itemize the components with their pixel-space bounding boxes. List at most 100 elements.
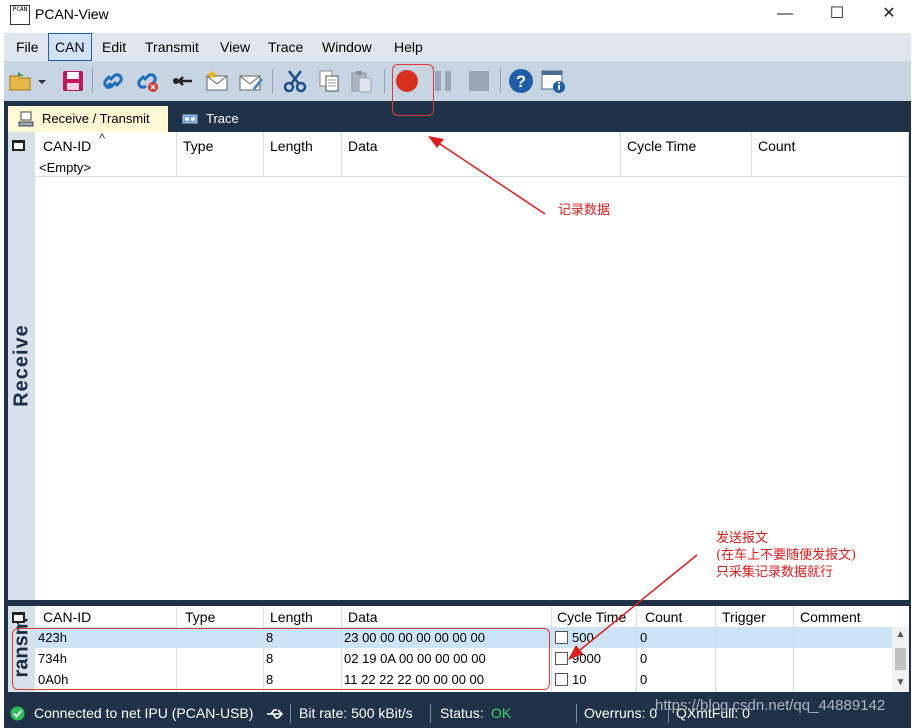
paste-icon[interactable] [348,68,374,94]
cycle-checkbox[interactable] [555,631,568,644]
transmit-col-cycle-time[interactable]: Cycle Time [557,609,626,625]
row-cycle-time: 10 [572,672,587,687]
scrollbar-thumb[interactable] [895,648,906,670]
status-value: OK [491,705,512,721]
scroll-down-icon[interactable]: ▼ [892,677,909,688]
svg-text:?: ? [516,72,526,91]
maximize-button[interactable]: ☐ [812,0,862,30]
transmit-col-type[interactable]: Type [185,609,215,625]
tab-trace-label: Trace [206,111,239,126]
tab-strip: Receive / Transmit Trace [6,106,909,132]
receive-col-cycle-time[interactable]: Cycle Time [627,138,696,154]
cycle-checkbox[interactable] [555,652,568,665]
receive-col-length[interactable]: Length [270,138,313,154]
connect-icon[interactable] [100,68,126,94]
close-button[interactable]: ✕ [864,0,914,30]
bitrate-status: Bit rate: 500 kBit/s [299,705,413,721]
header-divider [35,176,908,177]
window-title: PCAN-View [35,6,109,22]
column-divider[interactable] [551,606,552,692]
transmit-rows-highlight-box [12,628,550,690]
watermark-text: https://blog.csdn.net/qq_44889142 [655,697,886,714]
edit-message-icon[interactable] [238,68,264,94]
transmit-col-length[interactable]: Length [270,609,313,625]
column-divider[interactable] [793,606,794,692]
toolbar: ? [4,61,911,101]
tab-trace[interactable]: Trace [172,106,252,132]
menu-view[interactable]: View [214,33,256,61]
column-divider[interactable] [176,132,177,177]
tab-receive-transmit-label: Receive / Transmit [42,111,150,126]
row-cycle-time: 9000 [572,651,601,666]
toolbar-separator [500,69,501,93]
menu-trace[interactable]: Trace [262,33,309,61]
minimize-button[interactable]: — [760,0,810,30]
transmit-col-count[interactable]: Count [645,609,682,625]
overruns-status: Overruns: 0 [584,705,658,721]
receive-col-can-id[interactable]: CAN-ID [43,138,91,154]
title-bar: PCAN PCAN-View — ☐ ✕ [0,0,919,30]
transmit-column-chooser-icon[interactable] [12,612,25,623]
column-divider[interactable] [751,132,752,177]
scroll-up-icon[interactable]: ▲ [892,629,909,640]
receive-grid-header: CAN-ID ^ Type Length Data Cycle Time Cou… [35,131,908,177]
save-icon[interactable] [60,68,86,94]
new-message-icon[interactable] [204,68,230,94]
column-divider[interactable] [715,606,716,692]
row-cycle-time: 500 [572,630,594,645]
menu-transmit[interactable]: Transmit [139,33,205,61]
cut-icon[interactable] [282,68,308,94]
menu-edit[interactable]: Edit [96,33,132,61]
pcan-app-icon: PCAN [10,5,30,25]
menu-help[interactable]: Help [388,33,429,61]
row-count: 0 [640,672,648,687]
status-separator [290,704,291,723]
receive-column-chooser-icon[interactable] [12,140,25,151]
stop-icon[interactable] [466,68,492,94]
menu-can[interactable]: CAN [48,33,92,61]
menu-window[interactable]: Window [316,33,378,61]
connection-status: Connected to net IPU (PCAN-USB) [34,705,254,721]
row-count: 0 [640,630,648,645]
status-label: Status: [440,705,484,721]
transmit-col-trigger[interactable]: Trigger [722,609,766,625]
menu-file[interactable]: File [10,33,45,61]
trace-icon [182,114,198,124]
sort-ascending-icon: ^ [99,131,106,146]
transmit-scrollbar[interactable]: ▲ ▼ [892,627,909,692]
receive-side-panel[interactable]: Receive [8,132,35,600]
open-folder-icon[interactable] [8,68,34,94]
back-arrow-icon[interactable] [168,68,194,94]
column-divider[interactable] [620,132,621,177]
transmit-col-comment[interactable]: Comment [800,609,861,625]
receive-col-count[interactable]: Count [758,138,795,154]
record-highlight-box [392,64,434,116]
status-separator [430,704,431,723]
transmit-grid-header: CAN-ID Type Length Data Cycle Time Count… [35,606,909,627]
toolbar-separator [384,69,385,93]
cycle-checkbox[interactable] [555,673,568,686]
status-separator [576,704,577,723]
column-divider[interactable] [263,132,264,177]
copy-icon[interactable] [316,68,342,94]
toolbar-separator [92,69,93,93]
column-divider[interactable] [341,132,342,177]
menu-bar: File CAN Edit Transmit View Trace Window… [4,33,911,61]
help-icon[interactable]: ? [508,68,534,94]
chevron-down-icon[interactable] [36,68,48,94]
column-divider[interactable] [636,606,637,692]
row-count: 0 [640,651,648,666]
toolbar-separator [272,69,273,93]
info-window-icon[interactable] [540,68,566,94]
computer-icon [18,111,34,127]
transmit-col-data[interactable]: Data [348,609,378,625]
receive-side-label: Receive [10,324,33,407]
receive-col-data[interactable]: Data [348,138,378,154]
transmit-col-can-id[interactable]: CAN-ID [43,609,91,625]
tab-receive-transmit[interactable]: Receive / Transmit [8,106,168,132]
send-annotation: 发送报文 (在车上不要随便发报文) 只采集记录数据就行 [716,531,857,580]
disconnect-icon[interactable] [134,68,160,94]
receive-col-type[interactable]: Type [183,138,213,154]
record-annotation: 记录数据 [558,203,611,218]
app-icon-text: PCAN [12,6,28,13]
